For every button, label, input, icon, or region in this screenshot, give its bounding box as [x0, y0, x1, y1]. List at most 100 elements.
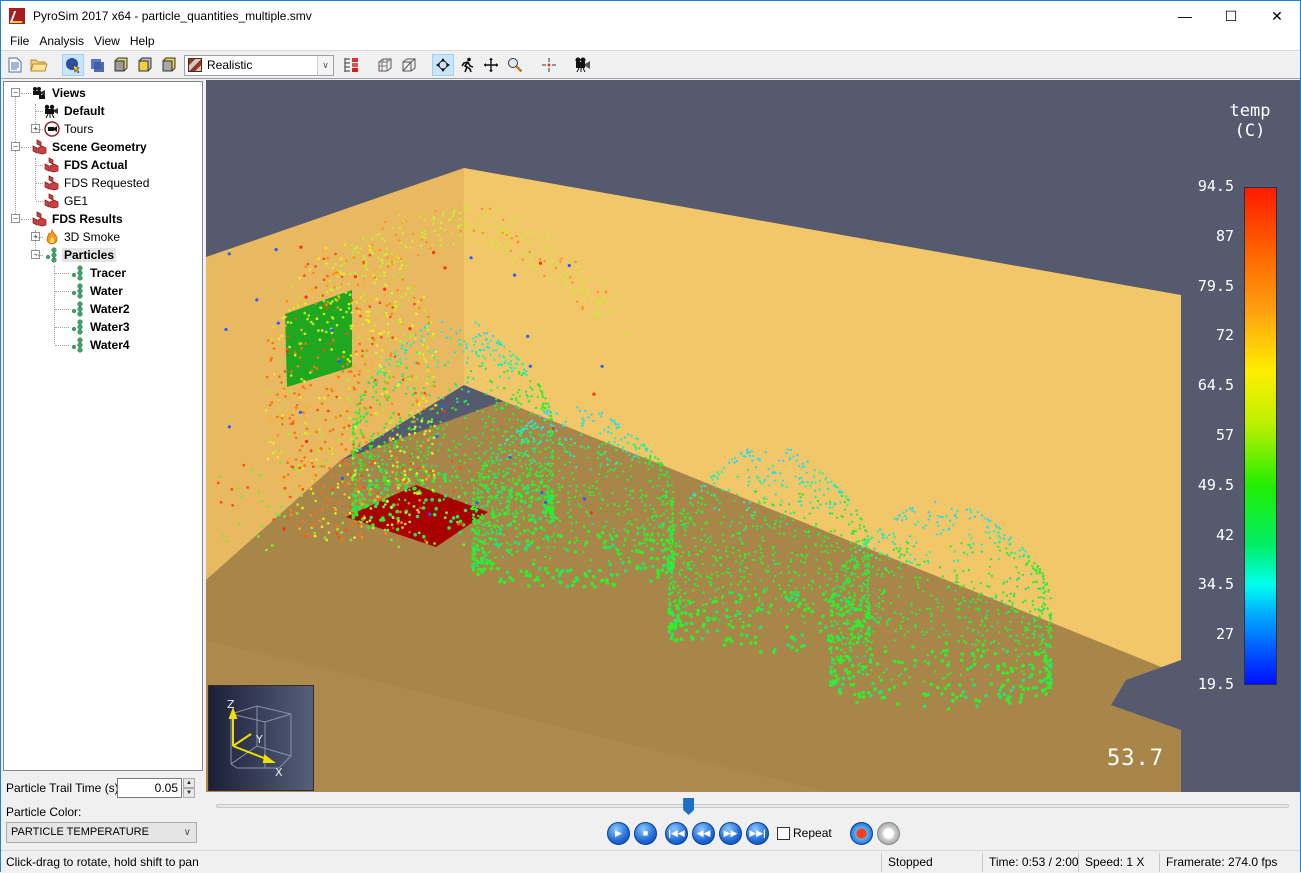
- play-button[interactable]: ▶: [607, 821, 630, 845]
- show-objects-button[interactable]: [86, 54, 108, 76]
- tree-item-label: FDS Actual: [64, 158, 128, 172]
- pan-button[interactable]: [480, 54, 502, 76]
- new-file-button[interactable]: [4, 54, 26, 76]
- realistic-texture-icon: [188, 58, 202, 72]
- tour-icon: [44, 121, 60, 137]
- axis-label-y: Y: [255, 733, 263, 746]
- camera-view-button[interactable]: [572, 54, 594, 76]
- step-back-button[interactable]: ◀◀: [692, 821, 715, 845]
- tree-item-water3[interactable]: Water3: [70, 318, 130, 336]
- collapse-icon[interactable]: −: [11, 142, 20, 151]
- skip-to-start-button[interactable]: |◀◀: [665, 821, 688, 845]
- stop-icon: ■: [642, 828, 649, 838]
- play-icon: ▶: [615, 827, 622, 838]
- trail-time-label: Particle Trail Time (s):: [6, 781, 123, 795]
- collapse-icon[interactable]: −: [11, 214, 20, 223]
- minimize-button[interactable]: —: [1162, 1, 1208, 31]
- view-top-button[interactable]: [134, 54, 156, 76]
- skip-to-end-button[interactable]: ▶▶|: [746, 821, 769, 845]
- open-folder-icon: [30, 59, 48, 72]
- status-speed: Speed: 1 X: [1085, 855, 1145, 869]
- maximize-button[interactable]: ☐: [1208, 1, 1254, 31]
- scene-render[interactable]: [206, 80, 1300, 792]
- timeline-thumb[interactable]: [683, 798, 695, 815]
- geometry-icon: [32, 211, 48, 227]
- tree-item-label: Scene Geometry: [52, 140, 147, 154]
- geometry-icon: [44, 193, 60, 209]
- solid-box-button[interactable]: [374, 54, 396, 76]
- show-objects-icon: [91, 59, 104, 72]
- select-object-button[interactable]: [62, 54, 84, 76]
- close-button[interactable]: ✕: [1254, 1, 1300, 31]
- particle-color-select[interactable]: PARTICLE TEMPERATURE ∨: [6, 822, 197, 843]
- particles-icon: [44, 247, 60, 263]
- left-panel: − Views Default + Tours − Scene Geometry FDS Ac…: [1, 80, 205, 850]
- trail-time-input[interactable]: 0.05: [117, 778, 182, 798]
- menu-help[interactable]: Help: [125, 34, 160, 48]
- tree-item-label: Default: [64, 104, 105, 118]
- 3d-viewport[interactable]: temp (C) 53.7 Z Y X 94.5 87 79.5 72 64.5…: [206, 80, 1300, 792]
- trail-time-spinner[interactable]: ▲ ▼: [183, 778, 195, 798]
- spin-up-icon[interactable]: ▲: [183, 778, 195, 788]
- tree-item-fds-results[interactable]: FDS Results: [32, 210, 123, 228]
- tree-item-water[interactable]: Water: [70, 282, 123, 300]
- colorbar-tick: 94.5: [1197, 177, 1234, 195]
- navigation-tree: − Views Default + Tours − Scene Geometry FDS Ac…: [3, 81, 203, 771]
- colorbar-tick: 72: [1215, 326, 1234, 345]
- stop-button[interactable]: ■: [634, 821, 657, 845]
- spin-down-icon[interactable]: ▼: [183, 788, 195, 798]
- menu-view[interactable]: View: [89, 34, 125, 48]
- repeat-label: Repeat: [793, 826, 832, 840]
- colorbar-tick: 79.5: [1197, 276, 1234, 295]
- view-side-button[interactable]: [158, 54, 180, 76]
- particles-icon: [70, 283, 86, 299]
- colorbar-title: temp (C): [1210, 101, 1290, 141]
- orbit-button[interactable]: [432, 54, 454, 76]
- tree-item-fds-actual[interactable]: FDS Actual: [44, 156, 128, 174]
- zoom-button[interactable]: [504, 54, 526, 76]
- fast-forward-icon: ▶▶: [723, 827, 738, 838]
- collapse-icon[interactable]: −: [11, 88, 20, 97]
- recenter-button[interactable]: [538, 54, 560, 76]
- step-forward-button[interactable]: ▶▶: [719, 821, 742, 845]
- view-front-button[interactable]: [110, 54, 132, 76]
- view-top-icon: [138, 57, 152, 72]
- title-bar: PyroSim 2017 x64 - particle_quantities_m…: [1, 1, 1300, 31]
- color-scale-button[interactable]: [340, 54, 362, 76]
- tree-item-ge1[interactable]: GE1: [44, 192, 88, 210]
- geometry-icon: [32, 139, 48, 155]
- walk-button[interactable]: [456, 54, 478, 76]
- tree-item-water4[interactable]: Water4: [70, 336, 130, 354]
- tree-item-label: Views: [52, 86, 86, 100]
- tree-item-fds-requested[interactable]: FDS Requested: [44, 174, 149, 192]
- open-button[interactable]: [28, 54, 50, 76]
- tree-item-scene-geometry[interactable]: Scene Geometry: [32, 138, 147, 156]
- tree-item-3d-smoke[interactable]: 3D Smoke: [44, 228, 120, 246]
- tree-item-tours[interactable]: Tours: [44, 120, 93, 138]
- menu-file[interactable]: File: [5, 34, 34, 48]
- window-title: PyroSim 2017 x64 - particle_quantities_m…: [33, 9, 312, 23]
- menu-analysis[interactable]: Analysis: [34, 34, 89, 48]
- timeline-slider[interactable]: [216, 804, 1289, 808]
- status-framerate: Framerate: 274.0 fps: [1166, 855, 1278, 869]
- particles-icon: [70, 265, 86, 281]
- repeat-checkbox[interactable]: [777, 826, 790, 840]
- tree-item-water2[interactable]: Water2: [70, 300, 130, 318]
- colorbar-tick: 87: [1215, 226, 1234, 245]
- zoom-icon: [508, 58, 523, 73]
- tree-item-label: Tours: [64, 122, 94, 136]
- pyrosim-logo-icon: [9, 8, 25, 24]
- tree-item-tracer[interactable]: Tracer: [70, 264, 126, 282]
- record-button[interactable]: [849, 821, 873, 845]
- tree-item-label: FDS Requested: [64, 176, 150, 190]
- colorbar-tick: 27: [1215, 625, 1234, 644]
- colorbar-tick: 34.5: [1197, 575, 1234, 594]
- tree-item-particles[interactable]: Particles: [44, 246, 117, 264]
- tree-item-label: Water3: [90, 320, 130, 334]
- render-mode-select[interactable]: Realistic ∨: [184, 54, 334, 76]
- tree-item-views[interactable]: Views: [32, 84, 86, 102]
- wireframe-box-button[interactable]: [398, 54, 420, 76]
- tree-item-default[interactable]: Default: [44, 102, 105, 120]
- colorbar-tick: 64.5: [1197, 376, 1234, 395]
- stop-recording-button[interactable]: [876, 821, 900, 845]
